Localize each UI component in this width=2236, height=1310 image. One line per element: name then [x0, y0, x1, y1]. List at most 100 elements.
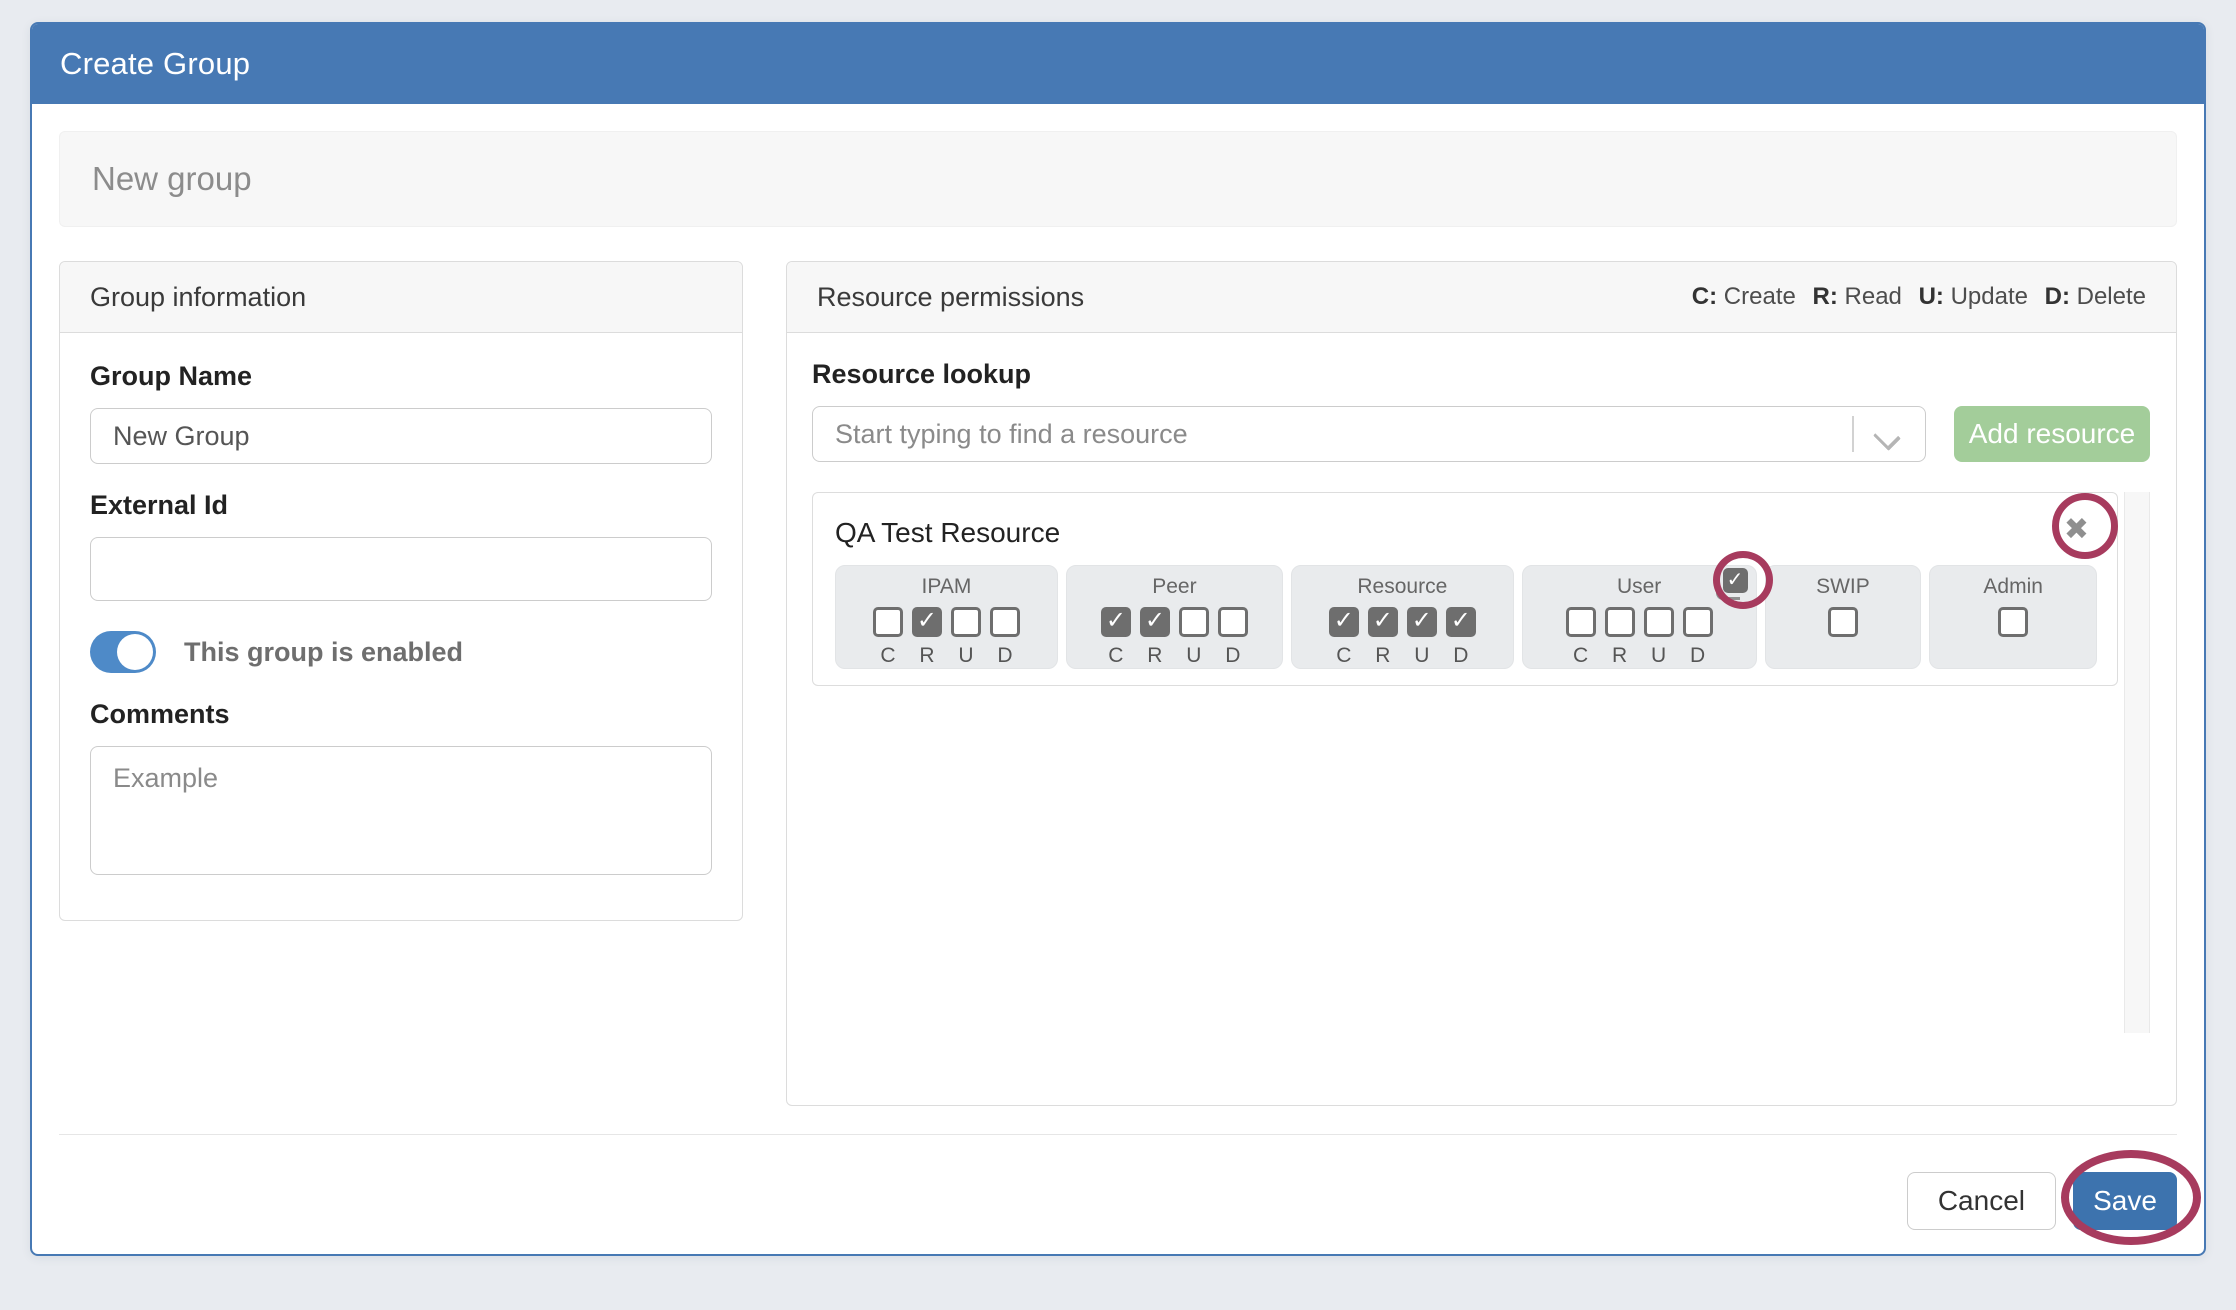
crud-letters-user: C R U D — [1523, 644, 1756, 668]
letter-u: U — [1179, 644, 1209, 668]
checkbox-ipam-update[interactable] — [951, 607, 981, 637]
group-name-label: Group Name — [90, 361, 712, 392]
permission-tile-ipam: IPAM C — [835, 565, 1058, 669]
checkbox-user-create[interactable] — [1566, 607, 1596, 637]
checkbox-user-read[interactable] — [1605, 607, 1635, 637]
checkbox-resource-create[interactable] — [1329, 607, 1359, 637]
permission-tile-resource: Resource C — [1291, 565, 1514, 669]
checkbox-user-update[interactable] — [1644, 607, 1674, 637]
resource-lookup-row: Add resource — [812, 406, 2150, 462]
enabled-toggle-knob — [117, 634, 153, 670]
page-background: Create Group New group Group information… — [0, 0, 2236, 1310]
checkbox-peer-update[interactable] — [1179, 607, 1209, 637]
comments-textarea[interactable] — [90, 746, 712, 875]
scrollbar-track[interactable] — [2124, 492, 2150, 1033]
legend-label-create: Create — [1724, 283, 1796, 310]
checkbox-user-delete[interactable] — [1683, 607, 1713, 637]
modal-body: New group Group information Group Name E… — [32, 104, 2204, 1258]
permission-tile-admin-label: Admin — [1930, 573, 2096, 601]
resource-lookup-wrap — [812, 406, 1926, 462]
enabled-toggle-label: This group is enabled — [184, 637, 463, 668]
enabled-toggle[interactable] — [90, 631, 156, 673]
permission-tile-admin: Admin — [1929, 565, 2097, 669]
permission-tile-resource-label: Resource — [1292, 573, 1513, 601]
checkbox-resource-delete[interactable] — [1446, 607, 1476, 637]
checkbox-resource-read[interactable] — [1368, 607, 1398, 637]
resource-permissions-header: Resource permissions C: Create R: Read U… — [787, 262, 2176, 333]
letter-r: R — [1140, 644, 1170, 668]
resource-card: QA Test Resource ✖ IPAM — [812, 492, 2118, 686]
permission-tile-swip: SWIP — [1765, 565, 1922, 669]
resource-lookup-input[interactable] — [812, 406, 1926, 462]
lookup-divider — [1852, 416, 1854, 452]
modal-header: Create Group — [32, 24, 2204, 104]
checkbox-resource-update[interactable] — [1407, 607, 1437, 637]
create-group-modal: Create Group New group Group information… — [30, 22, 2206, 1256]
group-name-input[interactable] — [90, 408, 712, 464]
permission-tile-peer-label: Peer — [1067, 573, 1282, 601]
resource-lookup-label: Resource lookup — [812, 359, 2150, 390]
letter-u: U — [1644, 644, 1674, 668]
checkbox-peer-create[interactable] — [1101, 607, 1131, 637]
modal-columns: Group information Group Name External Id — [59, 261, 2177, 1106]
resource-card-title: QA Test Resource — [835, 509, 1060, 549]
crud-letters-resource: C R U D — [1292, 644, 1513, 668]
footer-divider — [59, 1134, 2177, 1135]
letter-c: C — [1566, 644, 1596, 668]
legend-key-read: R: — [1813, 283, 1838, 310]
checkbox-ipam-delete[interactable] — [990, 607, 1020, 637]
legend-key-create: C: — [1692, 283, 1717, 310]
resource-permissions-panel: Resource permissions C: Create R: Read U… — [786, 261, 2177, 1106]
letter-u: U — [1407, 644, 1437, 668]
permission-tile-ipam-label: IPAM — [836, 573, 1057, 601]
letter-r: R — [1605, 644, 1635, 668]
group-information-body: Group Name External Id This group is ena… — [60, 333, 742, 910]
external-id-input[interactable] — [90, 537, 712, 601]
group-information-title: Group information — [90, 282, 306, 313]
external-id-label: External Id — [90, 490, 712, 521]
comments-label: Comments — [90, 699, 712, 730]
letter-r: R — [1368, 644, 1398, 668]
letter-d: D — [1683, 644, 1713, 668]
letter-c: C — [1101, 644, 1131, 668]
legend-label-delete: Delete — [2077, 283, 2146, 310]
crud-letters-peer: C R U D — [1067, 644, 1282, 668]
checkbox-ipam-read[interactable] — [912, 607, 942, 637]
crud-letters-ipam: C R U D — [836, 644, 1057, 668]
modal-title: Create Group — [60, 46, 250, 82]
legend-label-read: Read — [1845, 283, 1902, 310]
close-icon[interactable]: ✖ — [2064, 509, 2097, 545]
check-all-icon[interactable] — [1716, 568, 1748, 600]
group-name-banner-text: New group — [92, 160, 252, 198]
crud-legend: C: Create R: Read U: Update D: Delete — [1692, 283, 2146, 311]
permission-tile-swip-label: SWIP — [1766, 573, 1921, 601]
cancel-button[interactable]: Cancel — [1907, 1172, 2056, 1230]
group-information-header: Group information — [60, 262, 742, 333]
permission-tile-user: User C — [1522, 565, 1757, 669]
checkbox-ipam-create[interactable] — [873, 607, 903, 637]
legend-key-update: U: — [1919, 283, 1944, 310]
permission-tile-peer: Peer C — [1066, 565, 1283, 669]
checkbox-peer-read[interactable] — [1140, 607, 1170, 637]
letter-c: C — [1329, 644, 1359, 668]
legend-label-update: Update — [1951, 283, 2028, 310]
resource-permissions-body: Resource lookup Add resource — [787, 333, 2176, 1037]
save-button[interactable]: Save — [2073, 1172, 2177, 1230]
enabled-toggle-row: This group is enabled — [90, 631, 712, 673]
group-information-panel: Group information Group Name External Id — [59, 261, 743, 921]
footer-actions: Cancel Save — [59, 1172, 2177, 1258]
permission-tiles-row: IPAM C — [835, 565, 2097, 669]
letter-d: D — [990, 644, 1020, 668]
add-resource-button[interactable]: Add resource — [1954, 406, 2150, 462]
resource-list-region: QA Test Resource ✖ IPAM — [812, 492, 2150, 1037]
resource-card-title-row: QA Test Resource ✖ — [835, 509, 2097, 549]
resource-permissions-title: Resource permissions — [817, 282, 1084, 313]
legend-key-delete: D: — [2045, 283, 2070, 310]
letter-r: R — [912, 644, 942, 668]
checkbox-swip[interactable] — [1828, 607, 1858, 637]
letter-u: U — [951, 644, 981, 668]
letter-c: C — [873, 644, 903, 668]
letter-d: D — [1446, 644, 1476, 668]
checkbox-peer-delete[interactable] — [1218, 607, 1248, 637]
checkbox-admin[interactable] — [1998, 607, 2028, 637]
